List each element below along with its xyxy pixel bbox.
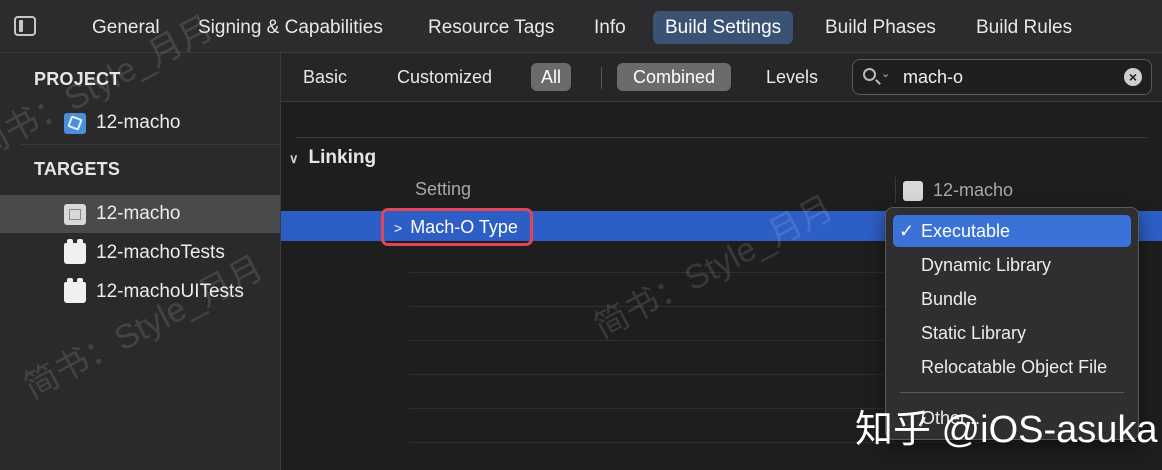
setting-column-header: Setting: [415, 179, 472, 199]
section-divider: [20, 144, 295, 145]
sidebar-toggle-icon[interactable]: [14, 16, 36, 36]
test-bundle-icon: [64, 239, 86, 264]
target-item-label: 12-macho: [96, 203, 181, 224]
search-field[interactable]: ⌄ mach-o ×: [852, 59, 1152, 95]
menu-item-static-library[interactable]: Static Library: [893, 317, 1131, 349]
filter-basic[interactable]: Basic: [293, 63, 357, 91]
project-item[interactable]: 12-macho: [0, 104, 280, 142]
filter-separator: [601, 67, 602, 89]
menu-item-label: Dynamic Library: [921, 255, 1052, 275]
chevron-down-icon: ⌄: [881, 68, 891, 80]
project-section-header: PROJECT: [34, 69, 121, 89]
target-item-tests[interactable]: 12-machoTests: [0, 234, 280, 272]
menu-item-label: Executable: [921, 221, 1011, 241]
target-item-uitests[interactable]: 12-machoUITests: [0, 273, 280, 311]
project-item-label: 12-macho: [96, 112, 181, 133]
mach-o-type-setting[interactable]: > Mach-O Type: [381, 208, 533, 246]
tab-build-settings[interactable]: Build Settings: [653, 11, 794, 44]
menu-item-label: Bundle: [921, 289, 978, 309]
tab-general[interactable]: General: [80, 11, 172, 44]
tab-build-phases[interactable]: Build Phases: [813, 11, 948, 44]
menu-item-label: Relocatable Object File: [921, 357, 1108, 377]
linking-section-title: Linking: [308, 147, 377, 168]
filter-customized[interactable]: Customized: [387, 63, 502, 91]
section-divider: [295, 137, 1147, 138]
tab-build-rules[interactable]: Build Rules: [964, 11, 1084, 44]
tab-signing-capabilities[interactable]: Signing & Capabilities: [186, 11, 395, 44]
filter-all[interactable]: All: [531, 63, 572, 91]
targets-section-header: TARGETS: [34, 159, 121, 179]
menu-separator: [900, 392, 1124, 393]
search-icon: [863, 68, 876, 81]
menu-item-executable[interactable]: ✓ Executable: [893, 215, 1131, 247]
menu-item-dynamic-library[interactable]: Dynamic Library: [893, 249, 1131, 281]
credit-watermark: 知乎 @iOS-asuka: [855, 409, 1158, 451]
chevron-right-icon: >: [394, 220, 403, 236]
filter-bar: Basic Customized All Combined Levels ⌄ m…: [281, 53, 1162, 102]
menu-item-label: Static Library: [921, 323, 1027, 343]
view-combined[interactable]: Combined: [617, 63, 732, 91]
linking-section-header[interactable]: ∨ Linking: [289, 145, 376, 171]
test-bundle-icon: [64, 278, 86, 303]
target-item-label: 12-machoUITests: [96, 281, 244, 302]
view-levels[interactable]: Levels: [756, 63, 828, 91]
chevron-down-icon: ∨: [289, 151, 299, 166]
target-item-app[interactable]: 12-macho: [0, 195, 280, 233]
menu-item-bundle[interactable]: Bundle: [893, 283, 1131, 315]
tab-resource-tags[interactable]: Resource Tags: [416, 11, 566, 44]
xcode-project-icon: [64, 113, 86, 134]
menu-item-relocatable-object-file[interactable]: Relocatable Object File: [893, 351, 1131, 383]
project-navigator: PROJECT 12-macho TARGETS 12-macho 12-mac…: [0, 53, 295, 470]
target-column-header: 12-macho: [903, 177, 1013, 203]
top-tab-bar: General Signing & Capabilities Resource …: [0, 0, 1162, 53]
clear-icon[interactable]: ×: [1124, 68, 1142, 86]
app-target-icon: [64, 204, 86, 225]
mach-o-type-label: Mach-O Type: [410, 217, 518, 237]
search-input[interactable]: mach-o: [903, 60, 963, 94]
checkmark-icon: ✓: [899, 221, 915, 241]
target-column-label: 12-macho: [933, 180, 1014, 200]
target-item-label: 12-machoTests: [96, 242, 225, 263]
app-target-icon: [903, 181, 923, 202]
column-separator: [895, 177, 896, 203]
tab-info[interactable]: Info: [582, 11, 638, 44]
